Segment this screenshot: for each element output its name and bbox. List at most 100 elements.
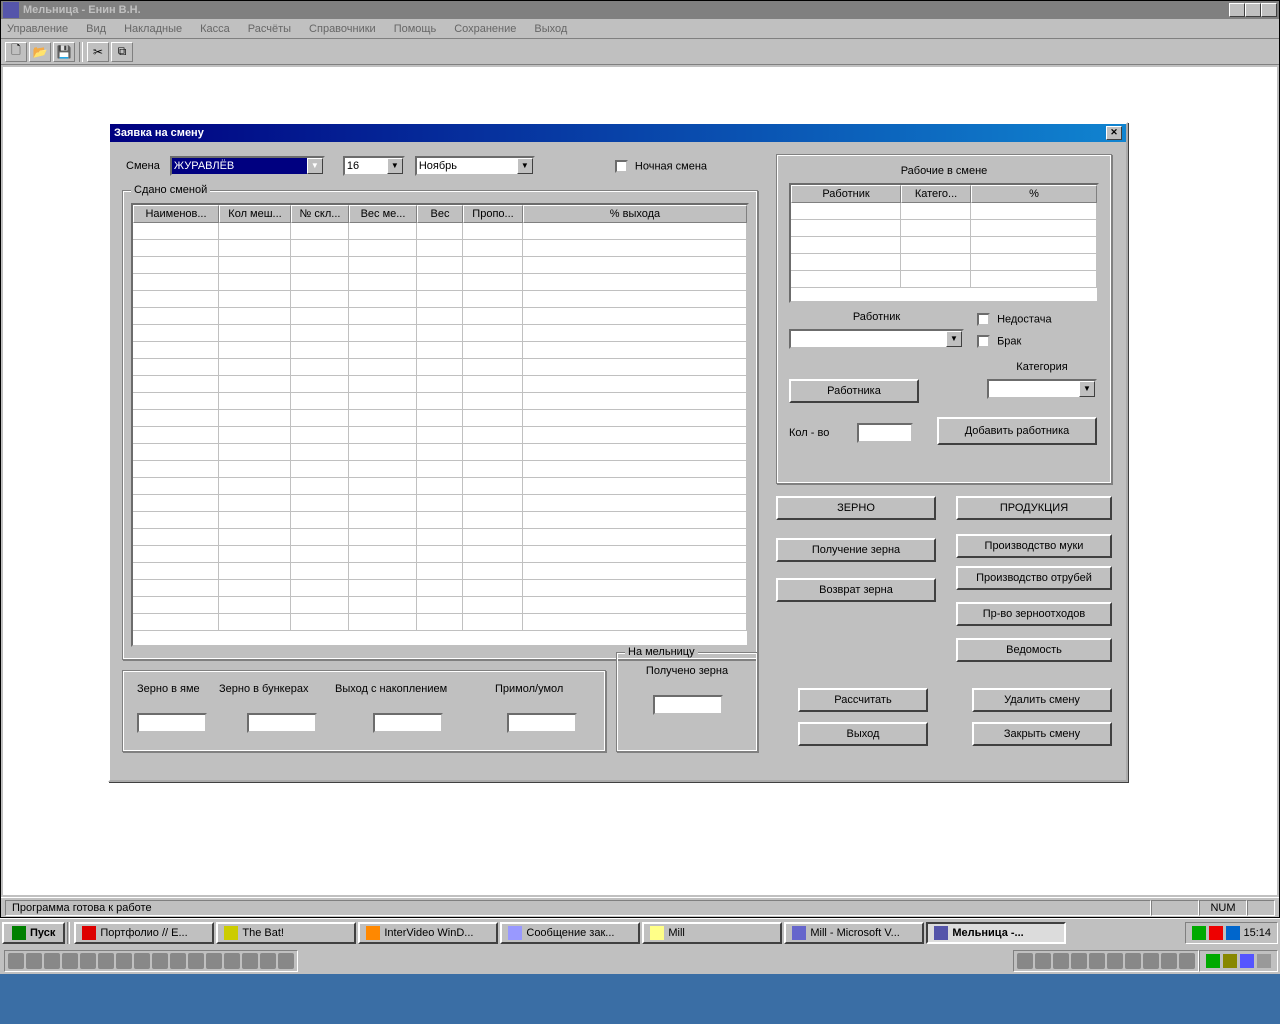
ql-icon[interactable]: [98, 953, 114, 969]
table-row[interactable]: [133, 461, 747, 478]
accum-input[interactable]: [373, 713, 443, 733]
worker-button[interactable]: Работника: [789, 379, 919, 403]
ql-icon[interactable]: [1107, 953, 1123, 969]
ql-icon[interactable]: [1035, 953, 1051, 969]
calculate-button[interactable]: Рассчитать: [798, 688, 928, 712]
table-row[interactable]: [133, 308, 747, 325]
ql-icon[interactable]: [224, 953, 240, 969]
copy-button[interactable]: ⧉: [111, 42, 133, 62]
table-row[interactable]: [133, 580, 747, 597]
product-button[interactable]: ПРОДУКЦИЯ: [956, 496, 1112, 520]
table-row[interactable]: [133, 614, 747, 631]
task-button[interactable]: Mill - Microsoft V...: [784, 922, 924, 944]
cut-button[interactable]: ✂: [87, 42, 109, 62]
menu-item[interactable]: Касса: [200, 23, 230, 35]
ql-icon[interactable]: [8, 953, 24, 969]
pit-input[interactable]: [137, 713, 207, 733]
ql-icon[interactable]: [1161, 953, 1177, 969]
worker-combo[interactable]: ▼: [789, 329, 964, 349]
ql-icon[interactable]: [62, 953, 78, 969]
task-button[interactable]: Сообщение зак...: [500, 922, 640, 944]
close-button[interactable]: ✕: [1261, 3, 1277, 17]
night-shift-checkbox[interactable]: [615, 160, 628, 173]
table-row[interactable]: [133, 597, 747, 614]
menu-item[interactable]: Выход: [534, 23, 567, 35]
ql-icon[interactable]: [278, 953, 294, 969]
open-button[interactable]: 📂: [29, 42, 51, 62]
table-row[interactable]: [133, 325, 747, 342]
volume-icon[interactable]: [1257, 954, 1271, 968]
menu-item[interactable]: Накладные: [124, 23, 182, 35]
task-button-active[interactable]: Мельница -...: [926, 922, 1066, 944]
ql-icon[interactable]: [1179, 953, 1195, 969]
workers-grid[interactable]: Работник Катего... %: [789, 183, 1099, 303]
ql-icon[interactable]: [260, 953, 276, 969]
menu-item[interactable]: Помощь: [394, 23, 437, 35]
tray-lang-icon[interactable]: [1226, 926, 1240, 940]
menu-item[interactable]: Справочники: [309, 23, 376, 35]
table-row[interactable]: [133, 376, 747, 393]
task-button[interactable]: The Bat!: [216, 922, 356, 944]
flour-prod-button[interactable]: Производство муки: [956, 534, 1112, 558]
table-row[interactable]: [791, 220, 1097, 237]
close-shift-button[interactable]: Закрыть смену: [972, 722, 1112, 746]
defect-checkbox[interactable]: [977, 335, 990, 348]
ql-icon[interactable]: [80, 953, 96, 969]
minimize-button[interactable]: _: [1229, 3, 1245, 17]
save-button[interactable]: 💾: [53, 42, 75, 62]
menu-item[interactable]: Управление: [7, 23, 68, 35]
table-row[interactable]: [133, 529, 747, 546]
table-row[interactable]: [791, 271, 1097, 288]
ql-icon[interactable]: [206, 953, 222, 969]
task-button[interactable]: Портфолио // E...: [74, 922, 214, 944]
menu-item[interactable]: Вид: [86, 23, 106, 35]
qty-input[interactable]: [857, 423, 913, 443]
system-tray-2[interactable]: [1199, 950, 1278, 972]
ql-icon[interactable]: [170, 953, 186, 969]
system-tray[interactable]: 15:14: [1185, 922, 1278, 944]
tray-icon[interactable]: [1209, 926, 1223, 940]
table-row[interactable]: [133, 410, 747, 427]
ql-icon[interactable]: [1017, 953, 1033, 969]
start-button[interactable]: Пуск: [2, 922, 65, 944]
month-combo[interactable]: Ноябрь▼: [415, 156, 535, 176]
tray-icon[interactable]: [1192, 926, 1206, 940]
task-button[interactable]: InterVideo WinD...: [358, 922, 498, 944]
table-row[interactable]: [133, 257, 747, 274]
table-row[interactable]: [133, 444, 747, 461]
table-row[interactable]: [133, 546, 747, 563]
table-row[interactable]: [133, 359, 747, 376]
menu-item[interactable]: Расчёты: [248, 23, 291, 35]
table-row[interactable]: [133, 393, 747, 410]
table-row[interactable]: [791, 203, 1097, 220]
bunker-input[interactable]: [247, 713, 317, 733]
ql-icon[interactable]: [242, 953, 258, 969]
ql-icon[interactable]: [44, 953, 60, 969]
table-row[interactable]: [133, 240, 747, 257]
dialog-close-button[interactable]: ✕: [1106, 126, 1122, 140]
shortage-checkbox[interactable]: [977, 313, 990, 326]
exit-button[interactable]: Выход: [798, 722, 928, 746]
maximize-button[interactable]: ❐: [1245, 3, 1261, 17]
table-row[interactable]: [133, 274, 747, 291]
grain-button[interactable]: ЗЕРНО: [776, 496, 936, 520]
table-row[interactable]: [133, 291, 747, 308]
table-row[interactable]: [133, 223, 747, 240]
bran-prod-button[interactable]: Производство отрубей: [956, 566, 1112, 590]
ql-icon[interactable]: [134, 953, 150, 969]
statement-button[interactable]: Ведомость: [956, 638, 1112, 662]
table-row[interactable]: [133, 512, 747, 529]
add-worker-button[interactable]: Добавить работника: [937, 417, 1097, 445]
waste-prod-button[interactable]: Пр-во зерноотходов: [956, 602, 1112, 626]
day-combo[interactable]: 16▼: [343, 156, 405, 176]
clock[interactable]: 15:14: [1243, 927, 1271, 939]
tray-icon[interactable]: [1206, 954, 1220, 968]
ql-icon[interactable]: [1071, 953, 1087, 969]
ql-icon[interactable]: [1143, 953, 1159, 969]
table-row[interactable]: [133, 495, 747, 512]
table-row[interactable]: [133, 342, 747, 359]
ql-icon[interactable]: [116, 953, 132, 969]
table-row[interactable]: [133, 478, 747, 495]
tray-icon[interactable]: [1240, 954, 1254, 968]
table-row[interactable]: [133, 563, 747, 580]
